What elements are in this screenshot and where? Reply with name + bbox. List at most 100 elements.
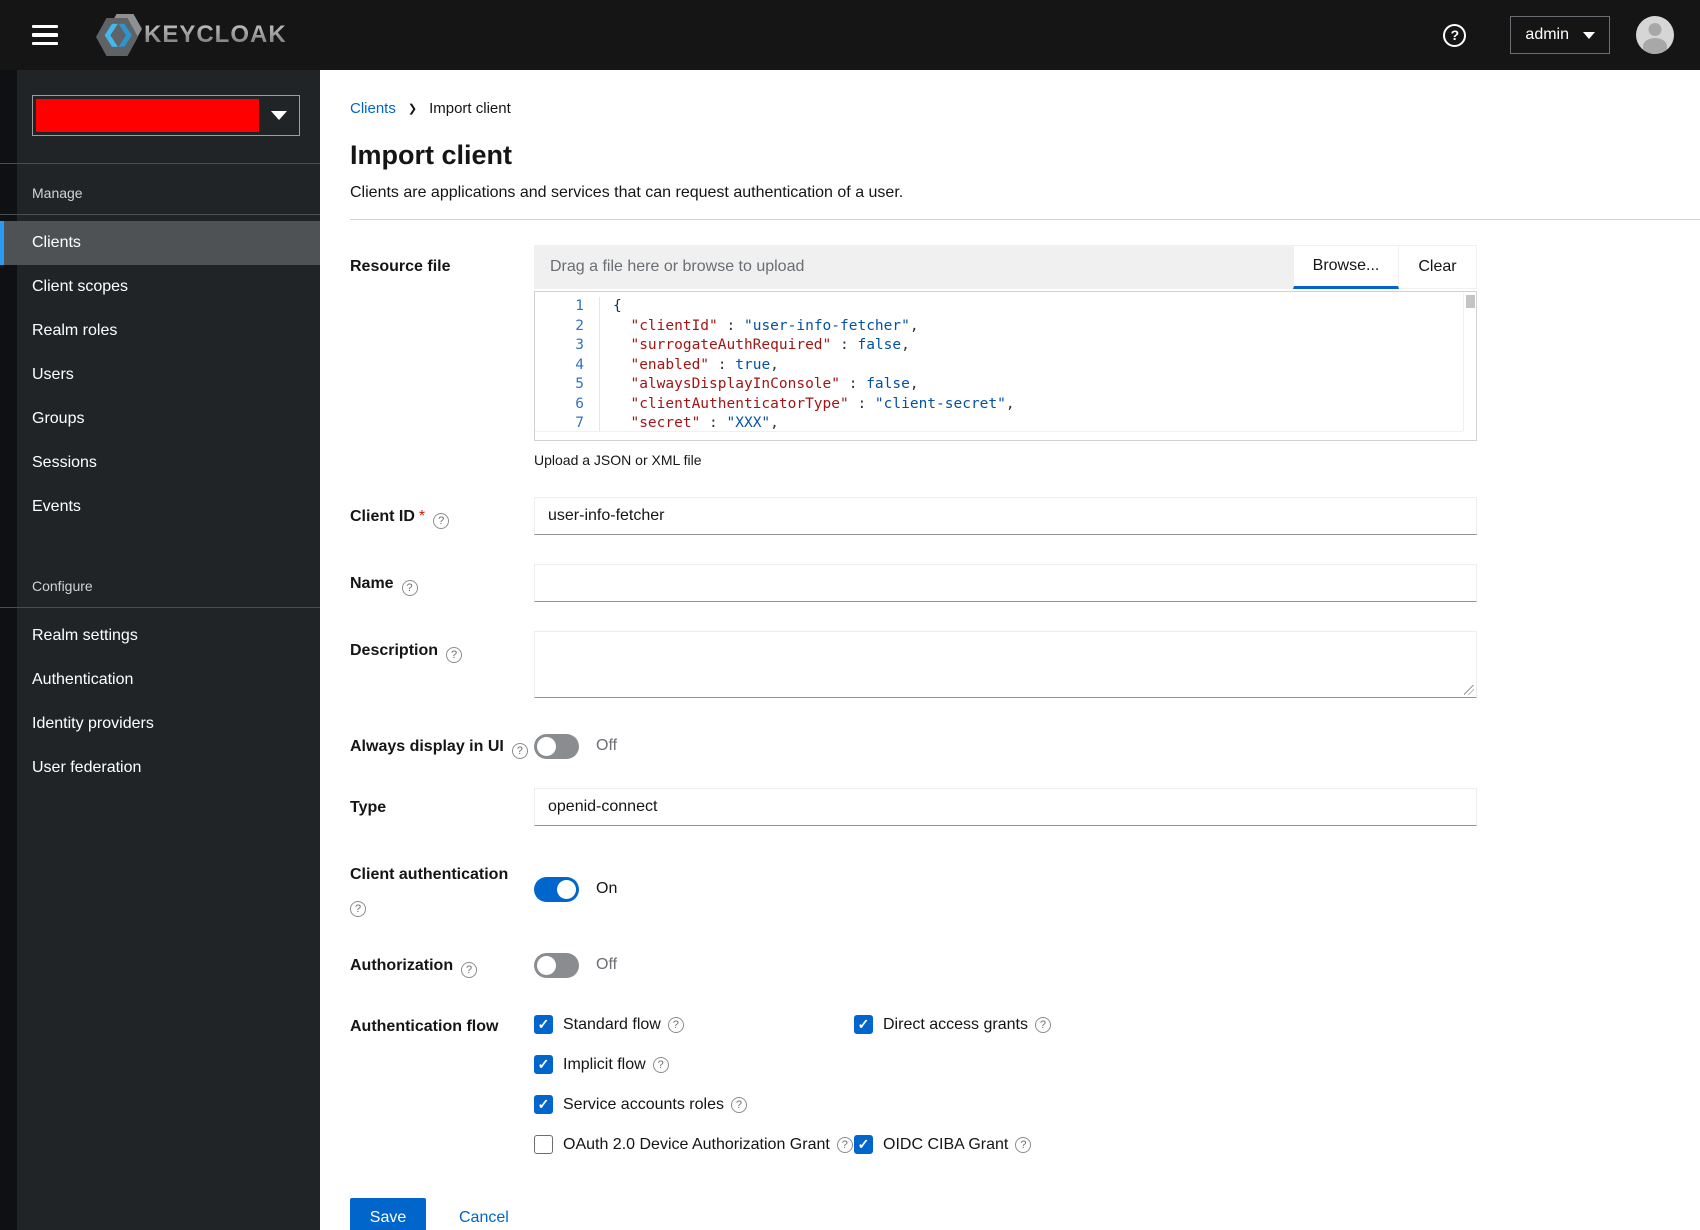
sidebar-item-label: Clients [32, 234, 81, 251]
checkbox[interactable] [534, 1015, 553, 1034]
client-id-label: Client ID * [350, 497, 534, 535]
help-icon[interactable] [401, 580, 418, 596]
client-auth-label: Client authentication [350, 855, 534, 917]
description-textarea[interactable] [534, 631, 1477, 698]
help-icon[interactable] [461, 962, 478, 978]
required-asterisk: * [418, 508, 426, 525]
keycloak-logo: ❮ ❯ KEYCLOAK [96, 14, 287, 56]
name-input[interactable] [534, 564, 1477, 602]
help-icon[interactable] [1034, 1016, 1051, 1033]
cancel-link[interactable]: Cancel [459, 1209, 509, 1227]
sidebar-item-label: Realm roles [32, 322, 118, 339]
page-title: Import client [350, 140, 513, 170]
avatar[interactable] [1636, 16, 1674, 54]
sidebar-item-label: Realm settings [32, 627, 138, 644]
checkbox[interactable] [534, 1055, 553, 1074]
hamburger-menu-icon[interactable] [32, 24, 58, 46]
help-icon[interactable] [730, 1096, 747, 1113]
checkbox-item[interactable]: Service accounts roles [534, 1095, 854, 1114]
sidebar: Manage Clients Client scopes Realm roles… [0, 70, 320, 1230]
sidebar-item[interactable]: Sessions [0, 441, 320, 485]
sidebar-item[interactable]: Clients [0, 221, 320, 265]
main-content: Clients Import client Import client Clie… [320, 70, 1700, 1230]
help-icon[interactable] [1015, 1136, 1032, 1153]
help-icon[interactable] [836, 1136, 853, 1153]
checkbox-label: OAuth 2.0 Device Authorization Grant [563, 1135, 830, 1153]
help-icon[interactable] [433, 513, 450, 529]
sidebar-item-label: Manage [32, 185, 83, 201]
checkbox-item[interactable]: OIDC CIBA Grant [854, 1135, 1477, 1154]
sidebar-item[interactable]: Groups [0, 397, 320, 441]
checkbox-item[interactable]: Implicit flow [534, 1055, 854, 1074]
brand-name: KEYCLOAK [144, 21, 287, 48]
sidebar-item[interactable]: Realm roles [0, 309, 320, 353]
checkbox-item[interactable]: OAuth 2.0 Device Authorization Grant [534, 1135, 854, 1154]
toggle-state-text: On [596, 880, 618, 897]
sidebar-item-label: Client scopes [32, 278, 129, 295]
upload-helper-text: Upload a JSON or XML file [534, 452, 702, 468]
description-row: Description [350, 631, 1700, 698]
realm-selector[interactable] [32, 95, 300, 136]
checkbox-label: OIDC CIBA Grant [883, 1135, 1009, 1153]
sidebar-item[interactable]: Identity providers [0, 702, 320, 746]
checkbox-label: Direct access grants [883, 1015, 1028, 1033]
file-upload-input[interactable] [534, 245, 1293, 289]
help-icon[interactable] [446, 647, 463, 663]
help-icon[interactable] [511, 743, 528, 759]
realm-name-redacted [36, 99, 259, 132]
help-icon[interactable] [667, 1016, 684, 1033]
breadcrumb: Clients Import client [350, 100, 1700, 117]
sidebar-item[interactable]: User federation [0, 746, 320, 790]
auth-flow-row: Authentication flow Standard flow Direc [350, 1007, 1700, 1154]
clear-button[interactable]: Clear [1399, 245, 1477, 289]
save-button[interactable]: Save [350, 1198, 426, 1230]
client-id-input[interactable] [534, 497, 1477, 535]
toggle-state-text: Off [596, 956, 618, 973]
help-icon[interactable] [652, 1056, 669, 1073]
editor-vertical-scrollbar[interactable] [1463, 292, 1476, 431]
checkbox[interactable] [854, 1135, 873, 1154]
checkbox[interactable] [854, 1015, 873, 1034]
checkbox[interactable] [534, 1095, 553, 1114]
sidebar-item-label: Configure [32, 578, 93, 594]
description-label: Description [350, 631, 534, 698]
sidebar-item[interactable]: Manage [0, 164, 320, 215]
sidebar-item-label: Sessions [32, 454, 97, 471]
user-menu-dropdown[interactable]: admin [1510, 16, 1610, 54]
breadcrumb-clients-link[interactable]: Clients [350, 100, 396, 117]
sidebar-item[interactable]: Authentication [0, 658, 320, 702]
page-subtitle: Clients are applications and services th… [350, 184, 904, 201]
sidebar-item-label: Users [32, 366, 74, 383]
type-input[interactable] [534, 788, 1477, 826]
client-auth-toggle[interactable] [534, 876, 579, 902]
chevron-down-icon [259, 111, 299, 120]
checkbox-label: Service accounts roles [563, 1095, 724, 1113]
sidebar-item-label: Events [32, 498, 81, 515]
help-icon[interactable] [350, 901, 366, 917]
resource-file-row: Resource file Browse... Clear 1{2 "clien… [350, 245, 1700, 468]
authorization-toggle[interactable] [534, 952, 579, 978]
sidebar-item[interactable] [0, 529, 320, 557]
code-lines: 1{2 "clientId" : "user-info-fetcher", 3 "… [535, 297, 1476, 434]
editor-horizontal-scrollbar[interactable] [535, 431, 1463, 440]
sidebar-item[interactable]: Events [0, 485, 320, 529]
browse-button[interactable]: Browse... [1293, 245, 1399, 289]
breadcrumb-current: Import client [429, 100, 511, 117]
sidebar-item[interactable]: Realm settings [0, 614, 320, 658]
chevron-down-icon [1583, 31, 1595, 39]
type-label: Type [350, 799, 387, 816]
always-display-toggle[interactable] [534, 733, 579, 759]
checkbox[interactable] [534, 1135, 553, 1154]
client-id-row: Client ID * [350, 497, 1700, 535]
help-icon[interactable] [1443, 23, 1467, 47]
checkbox-item[interactable]: Standard flow [534, 1015, 854, 1034]
import-client-form: Resource file Browse... Clear 1{2 "clien… [350, 245, 1700, 1230]
toggle-state-text: Off [596, 737, 618, 754]
sidebar-item[interactable]: Users [0, 353, 320, 397]
json-code-editor[interactable]: 1{2 "clientId" : "user-info-fetcher", 3 "… [534, 291, 1477, 441]
always-display-row: Always display in UI Off [350, 727, 1700, 759]
sidebar-item[interactable]: Configure [0, 557, 320, 608]
type-row: Type [350, 788, 1700, 826]
sidebar-item[interactable]: Client scopes [0, 265, 320, 309]
checkbox-item[interactable]: Direct access grants [854, 1015, 1477, 1034]
